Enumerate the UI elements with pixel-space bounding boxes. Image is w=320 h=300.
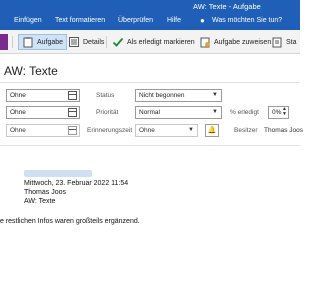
message-date: Mittwoch, 23. Februar 2022 11:54 [24,180,129,187]
ribbon-tabs: Einfügen Text formatieren Überprüfen Hil… [0,14,300,30]
percent-complete-label: % erledigt [230,109,259,116]
reminder-time-value: Ohne [139,127,155,134]
report-icon [271,36,283,48]
details-icon [68,36,80,48]
status-value: Nicht begonnen [139,92,185,99]
priority-select[interactable]: Normal ▼ [135,106,222,119]
owner-label: Besitzer [234,127,258,134]
mark-complete-label: Als erledigt markieren [127,38,195,46]
mark-complete-button[interactable]: Als erledigt markieren [112,34,195,50]
title-bar: AW: Texte - Aufgabe [0,0,300,14]
onenote-icon[interactable] [0,34,8,50]
spinner-arrows-icon[interactable]: ▲ ▼ [282,107,287,117]
owner-value: Thomas Joos [264,127,304,134]
window-title: AW: Texte - Aufgabe [193,2,261,11]
subject-divider [0,82,300,83]
message-body-text[interactable]: e restlichen Infos waren großteils ergän… [0,218,140,225]
assign-task-button[interactable]: Aufgabe zuweisen [199,34,271,50]
tell-me-box[interactable]: ● Was möchten Sie tun? [200,16,300,28]
details-label: Details [83,38,105,46]
due-date-value: Ohne [10,109,26,116]
assign-task-icon [199,36,211,48]
task-subject[interactable]: AW: Texte [4,64,58,78]
status-label: Status [96,92,115,99]
details-button[interactable]: Details [68,34,104,50]
header-divider [0,145,300,146]
status-select[interactable]: Nicht begonnen ▼ [135,89,222,102]
calendar-icon[interactable] [68,91,77,100]
calendar-icon[interactable] [68,108,77,117]
status-report-label: Sta [286,38,297,46]
tab-text-formatieren[interactable]: Text formatieren [55,17,105,24]
bell-icon: 🔔 [207,127,217,134]
start-date-field[interactable]: Ohne [6,89,80,102]
ribbon-toolbar: Aufgabe Details Als erledigt markieren A… [0,30,300,54]
redacted-sender-line [24,170,92,177]
message-sender: Thomas Joos [24,189,67,196]
tell-me-placeholder: Was möchten Sie tun? [212,17,283,24]
priority-label: Priorität [96,109,119,116]
clipboard-icon [22,36,34,48]
percent-complete-value: 0% [272,109,282,116]
start-date-value: Ohne [10,92,26,99]
toolbar-separator [12,36,13,48]
chevron-down-icon: ▼ [188,127,194,133]
chevron-down-icon: ▼ [212,92,218,98]
calendar-icon[interactable] [68,126,77,135]
message-subject: AW: Texte [24,198,56,205]
priority-value: Normal [139,109,160,116]
tab-ueberpruefen[interactable]: Überprüfen [118,17,153,24]
reminder-sound-button[interactable]: 🔔 [205,124,219,137]
percent-complete-spinner[interactable]: 0% ▲ ▼ [268,106,289,119]
reminder-date-value: Ohne [10,127,26,134]
due-date-field[interactable]: Ohne [6,106,80,119]
reminder-time-select[interactable]: Ohne ▼ [135,124,198,137]
tab-einfuegen[interactable]: Einfügen [14,17,42,24]
toolbar-separator [106,36,107,48]
tab-hilfe[interactable]: Hilfe [167,17,181,24]
chevron-down-icon: ▼ [212,109,218,115]
reminder-time-label: Erinnerungszeit [87,127,133,134]
lightbulb-icon: ● [200,16,205,25]
checkmark-icon [112,36,124,48]
assign-task-label: Aufgabe zuweisen [214,38,272,46]
reminder-date-field[interactable]: Ohne [6,124,80,137]
task-view-label: Aufgabe [37,38,64,46]
task-view-button[interactable]: Aufgabe [18,34,68,50]
status-report-button[interactable]: Sta [271,34,297,50]
